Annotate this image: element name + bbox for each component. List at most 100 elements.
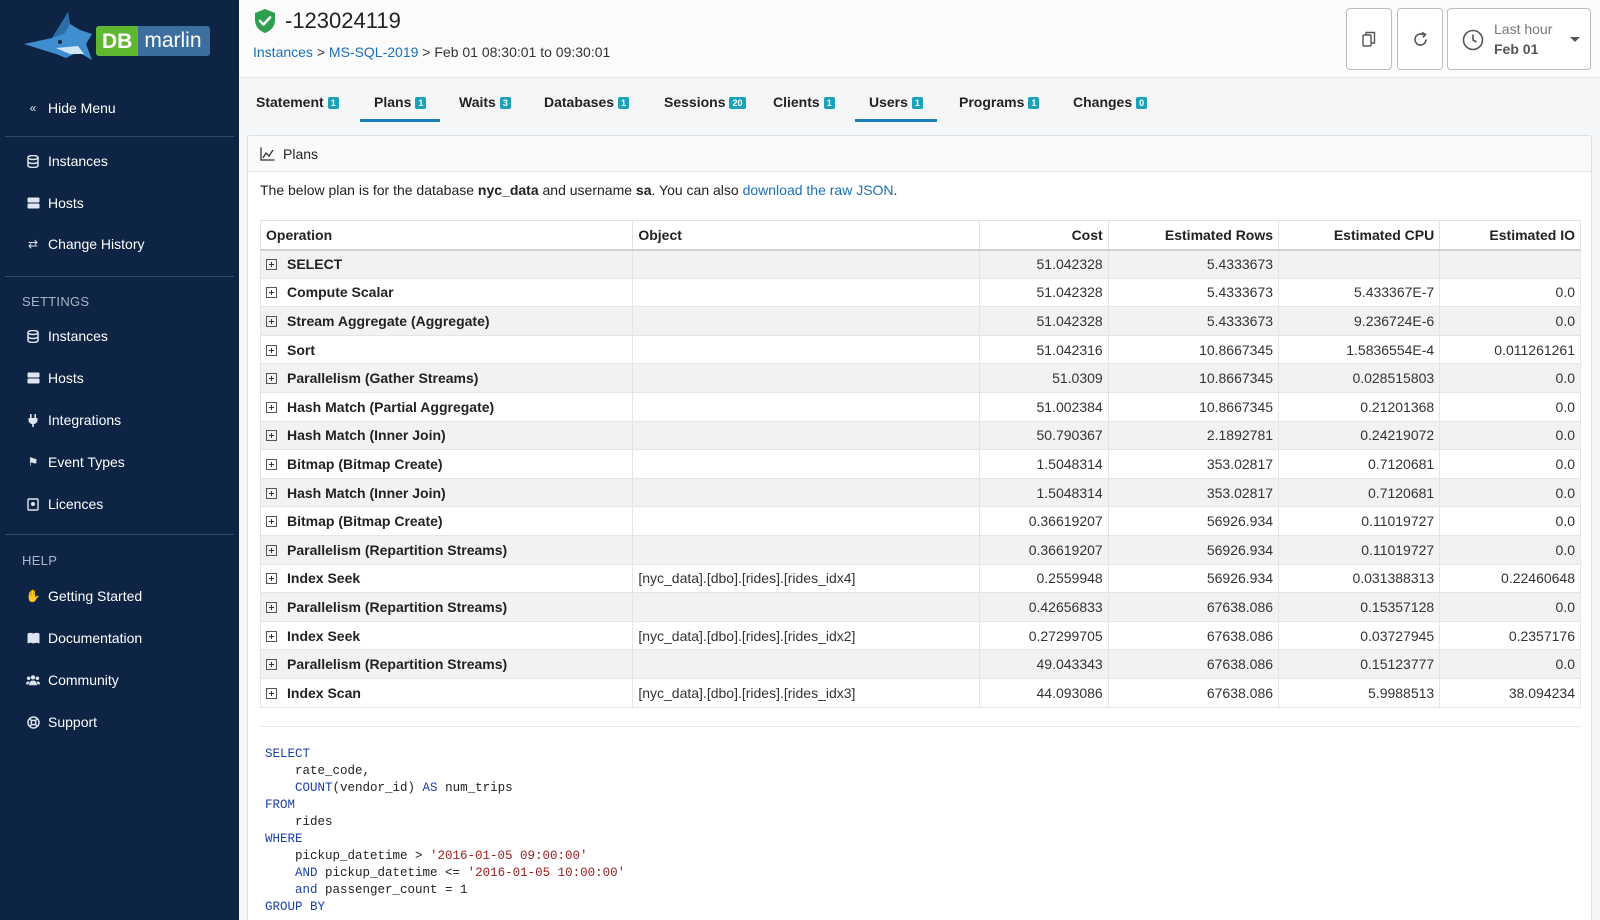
hide-menu-button[interactable]: « Hide Menu [26, 98, 116, 118]
sidebar-item-settings-instances[interactable]: Instances [26, 326, 108, 346]
time-range-selector[interactable]: Last hour Feb 01 [1447, 8, 1591, 70]
table-row[interactable]: Stream Aggregate (Aggregate) 51.042328 5.4… [259, 306, 1581, 336]
table-row[interactable]: Parallelism (Repartition Streams) 0.42656… [259, 592, 1581, 622]
expand-plus-icon[interactable] [266, 315, 277, 327]
sidebar-item-label: Community [48, 672, 119, 688]
sidebar-item-support[interactable]: Support [26, 712, 97, 732]
tab-plans[interactable]: Plans 1 [360, 80, 441, 122]
operation-label: Hash Match (Inner Join) [287, 484, 446, 501]
expand-plus-icon[interactable] [266, 573, 277, 585]
table-row[interactable]: Compute Scalar 51.042328 5.4333673 5.433367… [259, 277, 1581, 308]
sidebar-divider [5, 136, 234, 137]
sidebar-item-settings-hosts[interactable]: Hosts [26, 368, 84, 388]
expand-plus-icon[interactable] [266, 430, 277, 442]
estimated-cpu-cell: 0.11019727 [1278, 534, 1441, 565]
column-header-cost[interactable]: Cost [979, 220, 1109, 251]
table-row[interactable]: SELECT 51.042328 5.4333673 [259, 249, 1581, 279]
expand-plus-icon[interactable] [266, 344, 277, 356]
estimated-io-cell: 0.0 [1439, 449, 1581, 479]
breadcrumb-separator: > [316, 44, 326, 60]
plan-table-body: SELECT 51.042328 5.4333673 Compute Scalar 51… [259, 249, 1581, 708]
column-header-estimated-cpu[interactable]: Estimated CPU [1278, 220, 1441, 251]
sidebar-item-licences[interactable]: Licences [26, 494, 103, 514]
object-cell: [nyc_data].[dbo].[rides].[rides_idx3] [632, 677, 981, 708]
tab-sessions[interactable]: Sessions 20 [650, 80, 760, 122]
expand-plus-icon[interactable] [266, 458, 277, 470]
expand-plus-icon[interactable] [266, 516, 277, 528]
table-row[interactable]: Index Seek [nyc_data].[dbo].[rides].[ride… [259, 563, 1581, 594]
column-header-operation[interactable]: Operation [259, 220, 634, 251]
cost-cell: 44.093086 [979, 677, 1109, 708]
expand-plus-icon[interactable] [266, 401, 277, 413]
sidebar-item-label: Event Types [48, 454, 125, 470]
sidebar-item-integrations[interactable]: Integrations [26, 410, 121, 430]
table-row[interactable]: Hash Match (Partial Aggregate) 51.002384 1… [259, 391, 1581, 422]
expand-plus-icon[interactable] [266, 544, 277, 556]
refresh-button[interactable] [1397, 8, 1443, 70]
table-row[interactable]: Sort 51.042316 10.8667345 1.5836554E-4 0.011… [259, 334, 1581, 365]
tab-changes[interactable]: Changes 0 [1059, 80, 1161, 122]
sql-keyword: COUNT [295, 781, 333, 795]
server-icon [26, 196, 40, 210]
expand-plus-icon[interactable] [266, 287, 277, 299]
expand-plus-icon[interactable] [266, 601, 277, 613]
column-header-object[interactable]: Object [632, 220, 981, 251]
tab-programs[interactable]: Programs 1 [945, 80, 1053, 122]
sql-string: '2016-01-05 10:00:00' [467, 866, 626, 880]
expand-plus-icon[interactable] [266, 630, 277, 642]
tab-databases[interactable]: Databases 1 [530, 80, 643, 122]
sidebar-item-change-history[interactable]: ⇄ Change History [26, 234, 145, 254]
tab-clients[interactable]: Clients 1 [759, 80, 849, 122]
dbmarlin-logo[interactable]: DB marlin [22, 8, 212, 74]
tab-statement[interactable]: Statement 1 [242, 80, 353, 122]
sidebar-item-label: Hosts [48, 370, 84, 386]
sidebar-item-instances[interactable]: Instances [26, 151, 108, 171]
table-row[interactable]: Hash Match (Inner Join) 50.790367 2.189278… [259, 420, 1581, 451]
count-badge: 1 [1028, 97, 1040, 109]
expand-plus-icon[interactable] [266, 659, 277, 671]
breadcrumb-instance-link[interactable]: MS-SQL-2019 [329, 44, 418, 60]
operation-label: Bitmap (Bitmap Create) [287, 455, 443, 472]
table-row[interactable]: Parallelism (Repartition Streams) 49.0433… [259, 649, 1581, 679]
sql-keyword: AND [295, 866, 318, 880]
sidebar-item-community[interactable]: Community [26, 670, 119, 690]
column-header-estimated-rows[interactable]: Estimated Rows [1107, 220, 1280, 251]
object-cell [632, 249, 981, 279]
object-cell [632, 506, 981, 536]
expand-plus-icon[interactable] [266, 687, 277, 699]
estimated-rows-cell: 67638.086 [1107, 592, 1280, 622]
table-row[interactable]: Parallelism (Gather Streams) 51.0309 10.86… [259, 363, 1581, 393]
sidebar-item-getting-started[interactable]: ✋ Getting Started [26, 586, 143, 606]
column-header-estimated-io[interactable]: Estimated IO [1439, 220, 1581, 251]
sidebar-item-label: Instances [48, 153, 108, 169]
table-row[interactable]: Parallelism (Repartition Streams) 0.36619… [259, 534, 1581, 565]
expand-plus-icon[interactable] [266, 487, 277, 499]
breadcrumb-time-range: Feb 01 08:30:01 to 09:30:01 [434, 44, 611, 60]
download-json-link[interactable]: download the raw JSON [743, 182, 894, 198]
expand-plus-icon[interactable] [266, 259, 277, 271]
object-cell [632, 334, 981, 365]
intro-text: . You can also [651, 182, 743, 198]
cost-cell: 49.043343 [979, 649, 1109, 679]
estimated-io-cell: 0.0 [1439, 506, 1581, 536]
breadcrumb-instances-link[interactable]: Instances [253, 44, 313, 60]
sidebar-item-hosts[interactable]: Hosts [26, 193, 84, 213]
table-row[interactable]: Bitmap (Bitmap Create) 0.36619207 56926.93… [259, 506, 1581, 536]
expand-plus-icon[interactable] [266, 373, 277, 385]
table-row[interactable]: Index Seek [nyc_data].[dbo].[rides].[ride… [259, 620, 1581, 651]
table-row[interactable]: Index Scan [nyc_data].[dbo].[rides].[ride… [259, 677, 1581, 708]
estimated-cpu-cell: 5.9988513 [1278, 677, 1441, 708]
sidebar-item-event-types[interactable]: ⚑ Event Types [26, 452, 125, 472]
operation-label: Sort [287, 341, 315, 358]
table-row[interactable]: Hash Match (Inner Join) 1.5048314 353.0281… [259, 477, 1581, 508]
table-row[interactable]: Bitmap (Bitmap Create) 1.5048314 353.02817… [259, 449, 1581, 479]
operation-label: Parallelism (Repartition Streams) [287, 541, 508, 558]
sql-text: passenger_count = 1 [317, 883, 468, 897]
panel-title: Plans [283, 145, 319, 162]
copy-button[interactable] [1346, 8, 1392, 70]
tab-waits[interactable]: Waits 3 [445, 80, 525, 122]
estimated-cpu-cell: 5.433367E-7 [1278, 277, 1441, 308]
tab-users[interactable]: Users 1 [855, 80, 937, 122]
sidebar-item-documentation[interactable]: Documentation [26, 628, 142, 648]
